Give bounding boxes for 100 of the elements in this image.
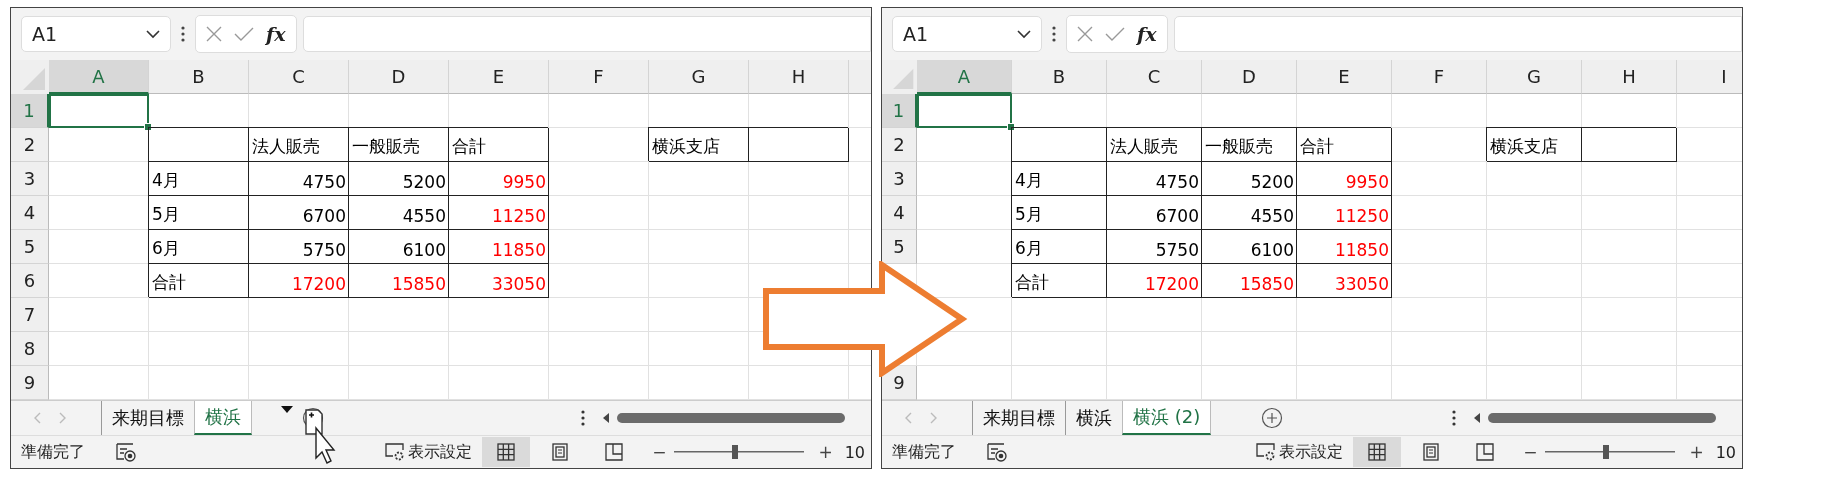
row-header[interactable]: 5 [882, 230, 917, 265]
table-cell[interactable]: 17200 [249, 264, 349, 299]
horizontal-scrollbar[interactable] [1472, 411, 1718, 426]
table-cell[interactable] [1582, 128, 1677, 163]
table-cell[interactable]: 6100 [349, 230, 449, 265]
column-header[interactable]: E [449, 60, 549, 95]
table-cell[interactable]: 合計 [149, 264, 249, 299]
zoom-in-button[interactable]: + [1689, 442, 1704, 463]
horizontal-scrollbar[interactable] [601, 411, 847, 426]
view-button[interactable] [1353, 437, 1402, 468]
row-header[interactable]: 9 [882, 366, 917, 401]
check-icon[interactable] [234, 26, 254, 43]
table-cell[interactable] [749, 128, 849, 163]
table-cell[interactable]: 5月 [149, 196, 249, 231]
table-cell[interactable]: 6700 [249, 196, 349, 231]
column-header[interactable]: C [1107, 60, 1202, 95]
zoom-in-button[interactable]: + [818, 442, 833, 463]
row-header[interactable]: 6 [11, 264, 49, 299]
name-box[interactable]: A1 [21, 16, 171, 53]
row-header[interactable]: 5 [11, 230, 49, 265]
display-settings-button[interactable]: 表示設定 [380, 439, 477, 465]
table-cell[interactable]: 15850 [1202, 264, 1297, 299]
display-settings-button[interactable]: 表示設定 [1251, 439, 1348, 465]
table-cell[interactable]: 9950 [1297, 162, 1392, 197]
table-cell[interactable]: 5200 [349, 162, 449, 197]
table-cell[interactable]: 4月 [1012, 162, 1107, 197]
table-cell[interactable]: 4750 [249, 162, 349, 197]
table-cell[interactable]: 5200 [1202, 162, 1297, 197]
table-cell[interactable]: 33050 [1297, 264, 1392, 299]
table-cell[interactable]: 33050 [449, 264, 549, 299]
column-header[interactable]: D [349, 60, 449, 95]
table-cell[interactable]: 4550 [349, 196, 449, 231]
row-header[interactable]: 2 [882, 128, 917, 163]
table-cell[interactable]: 11850 [1297, 230, 1392, 265]
column-header[interactable]: C [249, 60, 349, 95]
table-cell[interactable]: 9950 [449, 162, 549, 197]
insert-function-button[interactable]: fx [266, 23, 286, 46]
row-header[interactable]: 3 [11, 162, 49, 197]
column-header[interactable]: D [1202, 60, 1297, 95]
column-header[interactable]: G [649, 60, 749, 95]
row-header[interactable]: 1 [882, 94, 917, 129]
row-header[interactable]: 4 [11, 196, 49, 231]
name-box[interactable]: A1 [892, 16, 1042, 53]
column-header[interactable]: F [1392, 60, 1487, 95]
table-cell[interactable] [149, 128, 249, 163]
cancel-icon[interactable] [206, 26, 222, 43]
table-cell[interactable]: 合計 [1012, 264, 1107, 299]
row-header[interactable]: 4 [882, 196, 917, 231]
more-icon[interactable] [581, 410, 585, 427]
check-icon[interactable] [1105, 26, 1125, 43]
table-cell[interactable]: 横浜支店 [1487, 128, 1582, 163]
table-cell[interactable]: 6月 [1012, 230, 1107, 265]
macro-recording-icon[interactable] [115, 442, 137, 463]
table-cell[interactable]: 4750 [1107, 162, 1202, 197]
table-cell[interactable]: 合計 [449, 128, 549, 163]
view-button[interactable] [482, 437, 531, 468]
row-header[interactable]: 8 [11, 332, 49, 367]
macro-recording-icon[interactable] [986, 442, 1008, 463]
slider-thumb[interactable] [732, 445, 739, 460]
column-header[interactable]: H [749, 60, 849, 95]
table-cell[interactable]: 法人販売 [1107, 128, 1202, 163]
column-header[interactable]: B [1012, 60, 1107, 95]
table-cell[interactable]: 11850 [449, 230, 549, 265]
sheet-tab[interactable]: 横浜 (2) [1122, 401, 1212, 436]
zoom-out-button[interactable]: − [1523, 442, 1538, 463]
table-cell[interactable]: 5750 [1107, 230, 1202, 265]
row-header[interactable]: 3 [882, 162, 917, 197]
table-cell[interactable]: 4月 [149, 162, 249, 197]
table-cell[interactable]: 5750 [249, 230, 349, 265]
more-icon[interactable] [181, 26, 185, 43]
insert-function-button[interactable]: fx [1137, 23, 1157, 46]
column-header[interactable]: E [1297, 60, 1392, 95]
slider-thumb[interactable] [1603, 445, 1610, 460]
column-header[interactable]: A [917, 60, 1012, 95]
row-header[interactable]: 1 [11, 94, 49, 129]
table-cell[interactable]: 15850 [349, 264, 449, 299]
table-cell[interactable]: 11250 [1297, 196, 1392, 231]
add-sheet-icon[interactable] [1261, 407, 1284, 430]
table-cell[interactable]: 5月 [1012, 196, 1107, 231]
column-header[interactable]: F [549, 60, 649, 95]
zoom-out-button[interactable]: − [652, 442, 667, 463]
row-header[interactable]: 9 [11, 366, 49, 401]
more-icon[interactable] [1052, 26, 1056, 43]
sheet-tab[interactable]: 横浜 [194, 401, 252, 436]
table-cell[interactable]: 法人販売 [249, 128, 349, 163]
active-cell[interactable] [917, 94, 1012, 129]
table-cell[interactable]: 6700 [1107, 196, 1202, 231]
table-cell[interactable] [1012, 128, 1107, 163]
table-cell[interactable]: 6月 [149, 230, 249, 265]
row-header[interactable]: 2 [11, 128, 49, 163]
column-header[interactable]: H [1582, 60, 1677, 95]
table-cell[interactable]: 横浜支店 [649, 128, 749, 163]
table-cell[interactable]: 4550 [1202, 196, 1297, 231]
column-header[interactable]: G [1487, 60, 1582, 95]
table-cell[interactable]: 17200 [1107, 264, 1202, 299]
table-cell[interactable]: 11250 [449, 196, 549, 231]
cancel-icon[interactable] [1077, 26, 1093, 43]
table-cell[interactable]: 6100 [1202, 230, 1297, 265]
column-header[interactable]: A [49, 60, 149, 95]
column-header[interactable]: B [149, 60, 249, 95]
